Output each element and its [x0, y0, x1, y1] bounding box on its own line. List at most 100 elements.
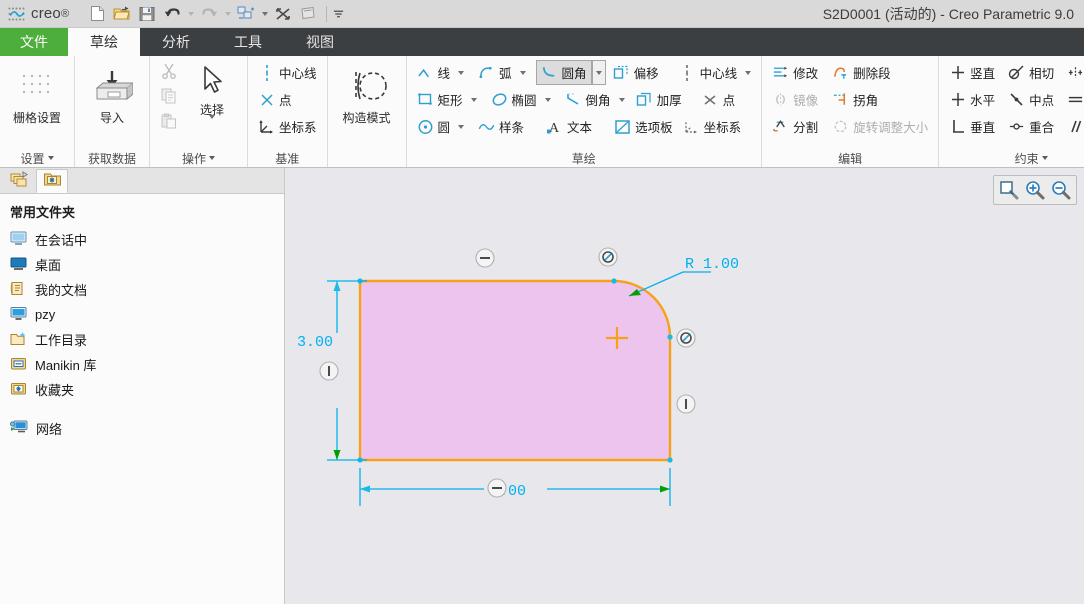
vertical-constraint-marker-left[interactable] [319, 361, 339, 381]
arc-button[interactable]: 弧 [474, 60, 516, 85]
nav-item-in-session[interactable]: 在会话中 [0, 227, 284, 252]
delete-segment-button[interactable]: 删除段 [828, 60, 895, 85]
sketch-geometry[interactable]: 3.00 5.00 R 1.00 [285, 168, 1084, 604]
tab-tools[interactable]: 工具 [212, 28, 284, 56]
import-label: 导入 [99, 111, 124, 125]
new-file-icon[interactable] [85, 3, 109, 25]
paste-button[interactable] [156, 108, 181, 133]
rectangle-button[interactable]: 矩形 [413, 87, 467, 112]
equal-constraint-button[interactable]: 相等 [1063, 87, 1084, 112]
tangent-constraint-marker-right[interactable] [676, 328, 696, 348]
tangent-constraint-button[interactable]: 相切 [1004, 60, 1058, 85]
vertical-constraint-marker-right[interactable] [676, 394, 696, 414]
model-tree-tab[interactable] [4, 169, 36, 193]
coincident-constraint-button[interactable]: 重合 [1004, 114, 1058, 139]
divide-button[interactable]: 分割 [768, 114, 822, 139]
nav-item-network[interactable]: 网络 [0, 416, 284, 441]
cut-button[interactable] [156, 58, 181, 83]
sketch-point-button[interactable]: 点 [698, 87, 740, 112]
parallel-constraint-button[interactable]: 平行 [1063, 114, 1084, 139]
arc-dropdown-caret[interactable] [516, 60, 530, 85]
copy-button[interactable] [156, 83, 181, 108]
chamfer-dropdown-caret[interactable] [615, 87, 629, 112]
tab-sketch[interactable]: 草绘 [68, 28, 140, 56]
midpoint-constraint-button[interactable]: 中点 [1004, 87, 1058, 112]
rectangle-dropdown-caret[interactable] [467, 87, 481, 112]
vertex-bottom-right[interactable] [667, 457, 673, 463]
symmetric-constraint-button[interactable]: 对称 [1063, 60, 1084, 85]
graphics-canvas[interactable]: 3.00 5.00 R 1.00 [285, 168, 1084, 604]
datum-csys-label: 坐标系 [279, 121, 317, 135]
offset-button[interactable]: 偏移 [609, 60, 663, 85]
thicken-button[interactable]: 加厚 [632, 87, 686, 112]
vertex-tangent-right[interactable] [667, 334, 673, 340]
import-button[interactable]: 导入 [81, 60, 143, 126]
ribbon-group-settings-title[interactable]: 设置 [0, 150, 74, 167]
open-file-icon[interactable] [110, 3, 134, 25]
save-icon[interactable] [135, 3, 159, 25]
fillet-button[interactable]: 圆角 [535, 60, 592, 85]
datum-centerline-button[interactable]: 中心线 [254, 60, 321, 85]
construction-mode-button[interactable]: 构造模式 [334, 60, 400, 126]
ribbon-group-constraints-title[interactable]: 约束 [939, 150, 1084, 167]
select-button[interactable]: 选择 [183, 58, 241, 137]
fillet-dropdown-caret[interactable] [591, 60, 606, 85]
sketch-csys-button[interactable]: 坐标系 [679, 114, 746, 139]
tab-analysis[interactable]: 分析 [140, 28, 212, 56]
perpendicular-constraint-button[interactable]: 垂直 [945, 114, 999, 139]
text-button[interactable]: A 文本 [542, 114, 596, 139]
ellipse-icon [491, 91, 508, 108]
nav-item-pzy[interactable]: pzy [0, 302, 284, 327]
perpendicular-constraint-label: 垂直 [970, 121, 996, 135]
regenerate-icon[interactable] [234, 3, 258, 25]
datum-point-button[interactable]: 点 [254, 87, 296, 112]
width-dimension[interactable]: 5.00 [359, 468, 671, 506]
horizontal-constraint-marker-bottom[interactable] [487, 478, 507, 498]
select-dropdown-caret[interactable] [209, 115, 215, 137]
undo-icon[interactable] [160, 3, 184, 25]
vertical-constraint-button[interactable]: 竖直 [945, 60, 999, 85]
corner-button[interactable]: 拐角 [828, 87, 882, 112]
datum-csys-button[interactable]: 坐标系 [254, 114, 321, 139]
sketch-centerline-button[interactable]: 中心线 [675, 60, 742, 85]
nav-item-working-directory[interactable]: 工作目录 [0, 327, 284, 352]
text-icon: A [546, 118, 563, 135]
nav-item-desktop[interactable]: 桌面 [0, 252, 284, 277]
customize-qat-icon[interactable] [333, 3, 344, 25]
palette-button[interactable]: 选项板 [610, 114, 677, 139]
line-dropdown-caret[interactable] [454, 60, 468, 85]
nav-item-my-documents[interactable]: 我的文档 [0, 277, 284, 302]
favorites-folder-icon [43, 170, 62, 192]
regenerate-dropdown-caret[interactable] [259, 3, 270, 25]
spline-button[interactable]: 样条 [474, 114, 528, 139]
chamfer-button[interactable]: 倒角 [561, 87, 615, 112]
parallel-constraint-icon [1067, 118, 1084, 135]
circle-dropdown-caret[interactable] [454, 114, 468, 139]
sketch-centerline-dropdown-caret[interactable] [741, 60, 755, 85]
circle-button[interactable]: 圆 [413, 114, 455, 139]
modify-button[interactable]: 修改 [768, 60, 822, 85]
model-tree-icon [10, 170, 30, 193]
folder-browser-tab[interactable] [36, 169, 68, 193]
ellipse-dropdown-caret[interactable] [541, 87, 555, 112]
nav-item-favorites[interactable]: 收藏夹 [0, 377, 284, 402]
tab-view[interactable]: 视图 [284, 28, 356, 56]
tangent-constraint-marker-top[interactable] [598, 247, 618, 267]
ribbon-group-operations-title[interactable]: 操作 [150, 150, 247, 167]
ellipse-button[interactable]: 椭圆 [487, 87, 541, 112]
undo-dropdown-caret[interactable] [185, 3, 196, 25]
mirror-button[interactable]: 镜像 [768, 87, 822, 112]
tab-file[interactable]: 文件 [0, 28, 68, 56]
close-window-icon[interactable] [271, 3, 295, 25]
vertex-tangent-top[interactable] [611, 278, 617, 284]
window-switch-icon[interactable] [296, 3, 320, 25]
rotate-resize-button[interactable]: 旋转调整大小 [828, 114, 932, 139]
grid-settings-button[interactable]: 栅格设置 [6, 60, 68, 126]
redo-icon[interactable] [197, 3, 221, 25]
nav-item-manikin-library[interactable]: Manikin 库 [0, 352, 284, 377]
horizontal-constraint-marker[interactable] [475, 248, 495, 268]
line-button[interactable]: 线 [413, 60, 455, 85]
redo-dropdown-caret[interactable] [222, 3, 233, 25]
horizontal-constraint-button[interactable]: 水平 [945, 87, 999, 112]
sketch-profile[interactable] [358, 279, 672, 462]
